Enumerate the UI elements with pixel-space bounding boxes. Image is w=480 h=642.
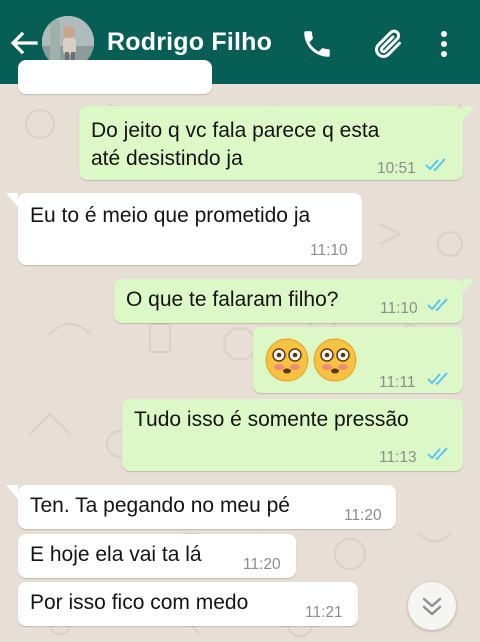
message-time: 10:51 — [377, 160, 416, 177]
flushed-face-emoji — [265, 338, 357, 382]
read-receipt-icon — [427, 298, 448, 312]
message-time: 11:21 — [305, 604, 343, 621]
message-text: E hoje ela vai ta lá — [30, 543, 202, 566]
message-bubble-outgoing[interactable]: 11:11 — [253, 327, 463, 393]
paperclip-icon — [375, 29, 401, 58]
message-bubble-incoming[interactable]: Ten. Ta pegando no meu pé 11:20 — [18, 485, 396, 529]
message-bubble-outgoing[interactable]: Do jeito q vc fala parece q esta até des… — [79, 106, 463, 180]
read-receipt-icon — [427, 447, 448, 461]
contact-name[interactable]: Rodrigo Filho — [107, 28, 272, 57]
bubble-tail — [463, 279, 475, 293]
message-text: até desistindo ja — [91, 147, 243, 170]
message-bubble-incoming[interactable]: Por isso fico com medo 11:21 — [18, 582, 358, 626]
bubble-tail — [6, 485, 18, 499]
message-text: Eu to é meio que prometido ja — [30, 204, 311, 227]
attach-button[interactable] — [371, 26, 407, 62]
message-bubble-outgoing[interactable]: O que te falaram filho? 11:10 — [114, 279, 463, 323]
message-text: Ten. Ta pegando no meu pé — [30, 494, 290, 517]
scroll-to-bottom-button[interactable] — [408, 582, 456, 630]
message-bubble-incoming[interactable]: Eu to é meio que prometido ja 11:10 — [18, 193, 362, 265]
previous-message-bubble[interactable] — [18, 60, 212, 94]
message-time: 11:11 — [379, 374, 416, 391]
message-time: 11:10 — [310, 242, 348, 259]
message-text: Tudo isso é somente pressão — [134, 408, 409, 431]
message-time: 11:20 — [243, 556, 281, 573]
message-time: 11:10 — [380, 300, 418, 317]
message-time: 11:13 — [379, 449, 417, 466]
message-text: Do jeito q vc fala parece q esta — [91, 119, 380, 142]
back-button[interactable] — [8, 28, 40, 58]
message-text: O que te falaram filho? — [126, 288, 339, 311]
message-text: Por isso fico com medo — [30, 591, 249, 614]
message-bubble-outgoing[interactable]: Tudo isso é somente pressão 11:13 — [122, 399, 463, 471]
message-time: 11:20 — [344, 507, 382, 524]
double-chevron-down-icon — [422, 597, 442, 616]
message-bubble-incoming[interactable]: E hoje ela vai ta lá 11:20 — [18, 534, 296, 578]
bubble-tail — [463, 106, 475, 120]
more-options-button[interactable] — [432, 28, 456, 60]
back-arrow-icon — [10, 31, 38, 55]
read-receipt-icon — [427, 372, 448, 386]
phone-icon — [304, 31, 330, 57]
more-vertical-icon — [441, 31, 447, 57]
bubble-tail — [6, 193, 18, 207]
read-receipt-icon — [425, 158, 446, 172]
call-button[interactable] — [300, 27, 334, 61]
